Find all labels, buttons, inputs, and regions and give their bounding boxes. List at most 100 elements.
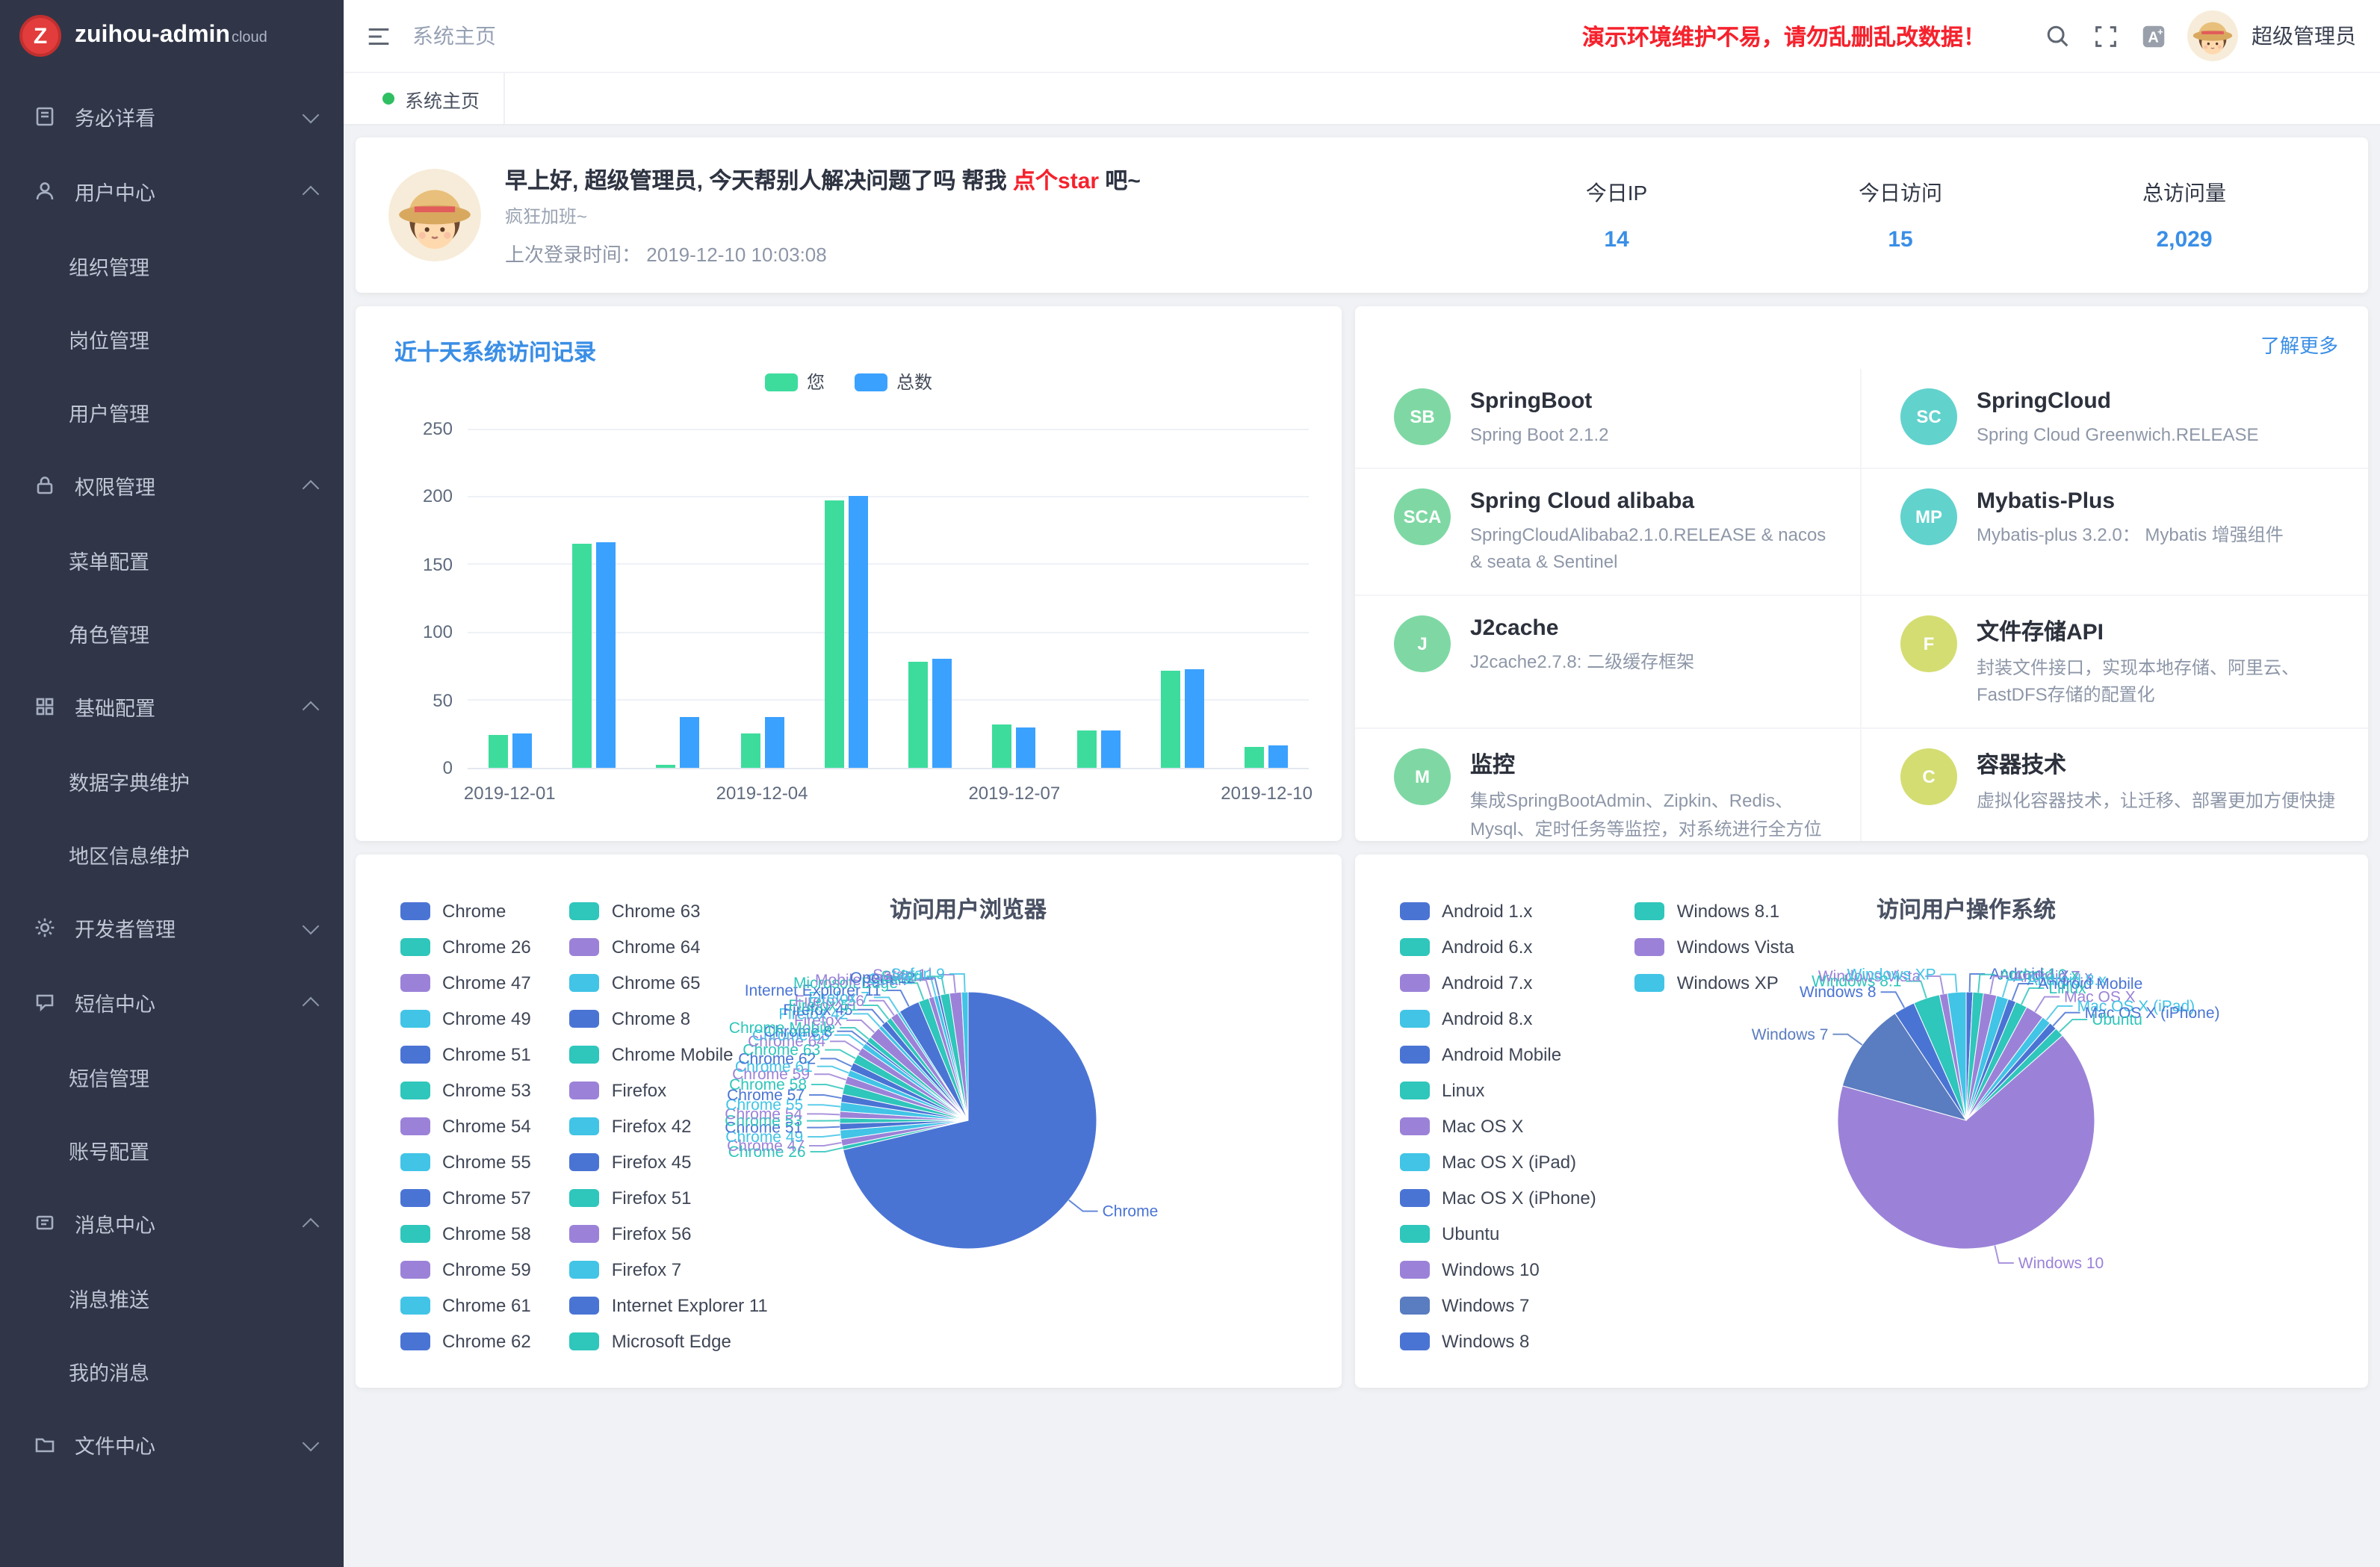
legend-item-15[interactable]: Windows XP (1635, 965, 1794, 1001)
legend-item-0[interactable]: Android 1.x (1400, 893, 1596, 929)
legend-swatch (570, 1297, 600, 1315)
legend-item-12[interactable]: Windows 8 (1400, 1324, 1596, 1359)
legend-item-11[interactable]: Chrome 61 (400, 1288, 531, 1324)
legend-swatch (1635, 974, 1665, 992)
legend-item-16[interactable]: Chrome 8 (570, 1001, 768, 1037)
legend-item-6[interactable]: Mac OS X (1400, 1108, 1596, 1144)
sidebar-subitem[interactable]: 我的消息 (0, 1334, 344, 1407)
tech-title: Mybatis-Plus (1977, 488, 2284, 513)
tech-title: J2cache (1470, 615, 1694, 641)
stat-value: 15 (1758, 227, 2042, 252)
tech-badge-icon: SB (1394, 388, 1451, 445)
legend-item-14[interactable]: Chrome 64 (570, 929, 768, 965)
pie-label: Safari 9 (890, 966, 944, 983)
sidebar-item-0[interactable]: 务必详看 (0, 79, 344, 154)
legend-label: Chrome Mobile (612, 1044, 734, 1065)
legend-item-24[interactable]: Internet Explorer 11 (570, 1288, 768, 1324)
y-axis-label: 0 (443, 757, 453, 778)
legend-item-23[interactable]: Firefox 7 (570, 1252, 768, 1288)
legend-item-22[interactable]: Firefox 56 (570, 1216, 768, 1252)
legend-item-12[interactable]: Chrome 62 (400, 1324, 531, 1359)
sidebar-subitem[interactable]: 地区信息维护 (0, 817, 344, 890)
grid-icon (33, 695, 57, 719)
legend-item-21[interactable]: Firefox 51 (570, 1180, 768, 1216)
legend-item-3[interactable]: Chrome 49 (400, 1001, 531, 1037)
legend-item-6[interactable]: Chrome 54 (400, 1108, 531, 1144)
legend-item-3[interactable]: Android 8.x (1400, 1001, 1596, 1037)
star-link[interactable]: 点个star (1013, 168, 1099, 193)
legend-item-8[interactable]: Chrome 57 (400, 1180, 531, 1216)
legend-item-17[interactable]: Chrome Mobile (570, 1037, 768, 1073)
book-icon (33, 105, 57, 128)
legend-item-5[interactable]: Chrome 53 (400, 1073, 531, 1108)
sidebar-item-2[interactable]: 权限管理 (0, 448, 344, 523)
sidebar-subitem[interactable]: 组织管理 (0, 229, 344, 302)
legend-item-4[interactable]: Android Mobile (1400, 1037, 1596, 1073)
sidebar-subitem[interactable]: 消息推送 (0, 1261, 344, 1334)
legend-item-15[interactable]: Chrome 65 (570, 965, 768, 1001)
bar-series-1 (849, 497, 868, 768)
legend-item-1[interactable]: 总数 (855, 369, 932, 394)
sidebar-subitem[interactable]: 账号配置 (0, 1113, 344, 1186)
legend-item-1[interactable]: Chrome 26 (400, 929, 531, 965)
tab-bar: 系统主页 (344, 72, 2380, 125)
fullscreen-icon[interactable] (2092, 22, 2120, 50)
legend-item-7[interactable]: Mac OS X (iPad) (1400, 1144, 1596, 1180)
sidebar-item-4[interactable]: 开发者管理 (0, 890, 344, 965)
sidebar-item-3[interactable]: 基础配置 (0, 669, 344, 744)
learn-more-link[interactable]: 了解更多 (2260, 330, 2338, 359)
legend-item-19[interactable]: Firefox 42 (570, 1108, 768, 1144)
legend-label: Internet Explorer 11 (612, 1295, 768, 1316)
tech-title: SpringCloud (1977, 388, 2259, 414)
legend-label: Firefox 56 (612, 1223, 692, 1244)
legend-item-11[interactable]: Windows 7 (1400, 1288, 1596, 1324)
pie-label-line (869, 1001, 894, 1016)
legend-item-7[interactable]: Chrome 55 (400, 1144, 531, 1180)
legend-label: Windows XP (1677, 972, 1779, 993)
sidebar-item-5[interactable]: 短信中心 (0, 965, 344, 1040)
legend-item-9[interactable]: Chrome 58 (400, 1216, 531, 1252)
legend-label: Windows 10 (1442, 1259, 1540, 1280)
tab-home[interactable]: 系统主页 (359, 73, 505, 124)
legend-item-10[interactable]: Chrome 59 (400, 1252, 531, 1288)
y-axis-label: 100 (423, 621, 453, 642)
legend-item-0[interactable]: Chrome (400, 893, 531, 929)
last-login-time: 2019-12-10 10:03:08 (646, 243, 826, 265)
legend-item-25[interactable]: Microsoft Edge (570, 1324, 768, 1359)
legend-item-8[interactable]: Mac OS X (iPhone) (1400, 1180, 1596, 1216)
legend-item-2[interactable]: Chrome 47 (400, 965, 531, 1001)
font-size-icon[interactable]: A + (2139, 22, 2168, 50)
bar-series-0 (572, 544, 592, 768)
sidebar-subitem[interactable]: 岗位管理 (0, 302, 344, 375)
menu-fold-icon[interactable] (365, 22, 393, 50)
legend-item-18[interactable]: Firefox (570, 1073, 768, 1108)
user-menu[interactable]: 超级管理员 (2187, 10, 2356, 61)
legend-label: Chrome 54 (442, 1116, 531, 1137)
legend-item-1[interactable]: Android 6.x (1400, 929, 1596, 965)
sidebar-item-6[interactable]: 消息中心 (0, 1186, 344, 1261)
sidebar-subitem[interactable]: 用户管理 (0, 375, 344, 448)
legend-item-5[interactable]: Linux (1400, 1073, 1596, 1108)
pie-label-line (811, 1148, 843, 1152)
legend-item-10[interactable]: Windows 10 (1400, 1252, 1596, 1288)
legend-item-14[interactable]: Windows Vista (1635, 929, 1794, 965)
sidebar-subitem[interactable]: 菜单配置 (0, 523, 344, 596)
sidebar-subitem[interactable]: 短信管理 (0, 1040, 344, 1113)
sidebar-item-1[interactable]: 用户中心 (0, 154, 344, 229)
legend-item-20[interactable]: Firefox 45 (570, 1144, 768, 1180)
search-icon[interactable] (2044, 22, 2072, 50)
legend-item-2[interactable]: Android 7.x (1400, 965, 1596, 1001)
tech-badge-icon: J (1394, 615, 1451, 672)
legend-item-4[interactable]: Chrome 51 (400, 1037, 531, 1073)
chevron-down-icon (303, 106, 320, 123)
stat-label: 总访问量 (2042, 178, 2326, 208)
legend-item-0[interactable]: 您 (765, 369, 825, 394)
main-area: 系统主页 演示环境维护不易，请勿乱删乱改数据！ A + 超级管理员 系统主页 (344, 0, 2380, 1567)
sidebar-subitem[interactable]: 角色管理 (0, 596, 344, 669)
chevron-up-icon (303, 186, 320, 203)
svg-text:+: + (2157, 25, 2163, 37)
y-axis-label: 250 (423, 418, 453, 439)
sidebar-subitem[interactable]: 数据字典维护 (0, 744, 344, 817)
sidebar-item-7[interactable]: 文件中心 (0, 1407, 344, 1482)
legend-item-9[interactable]: Ubuntu (1400, 1216, 1596, 1252)
